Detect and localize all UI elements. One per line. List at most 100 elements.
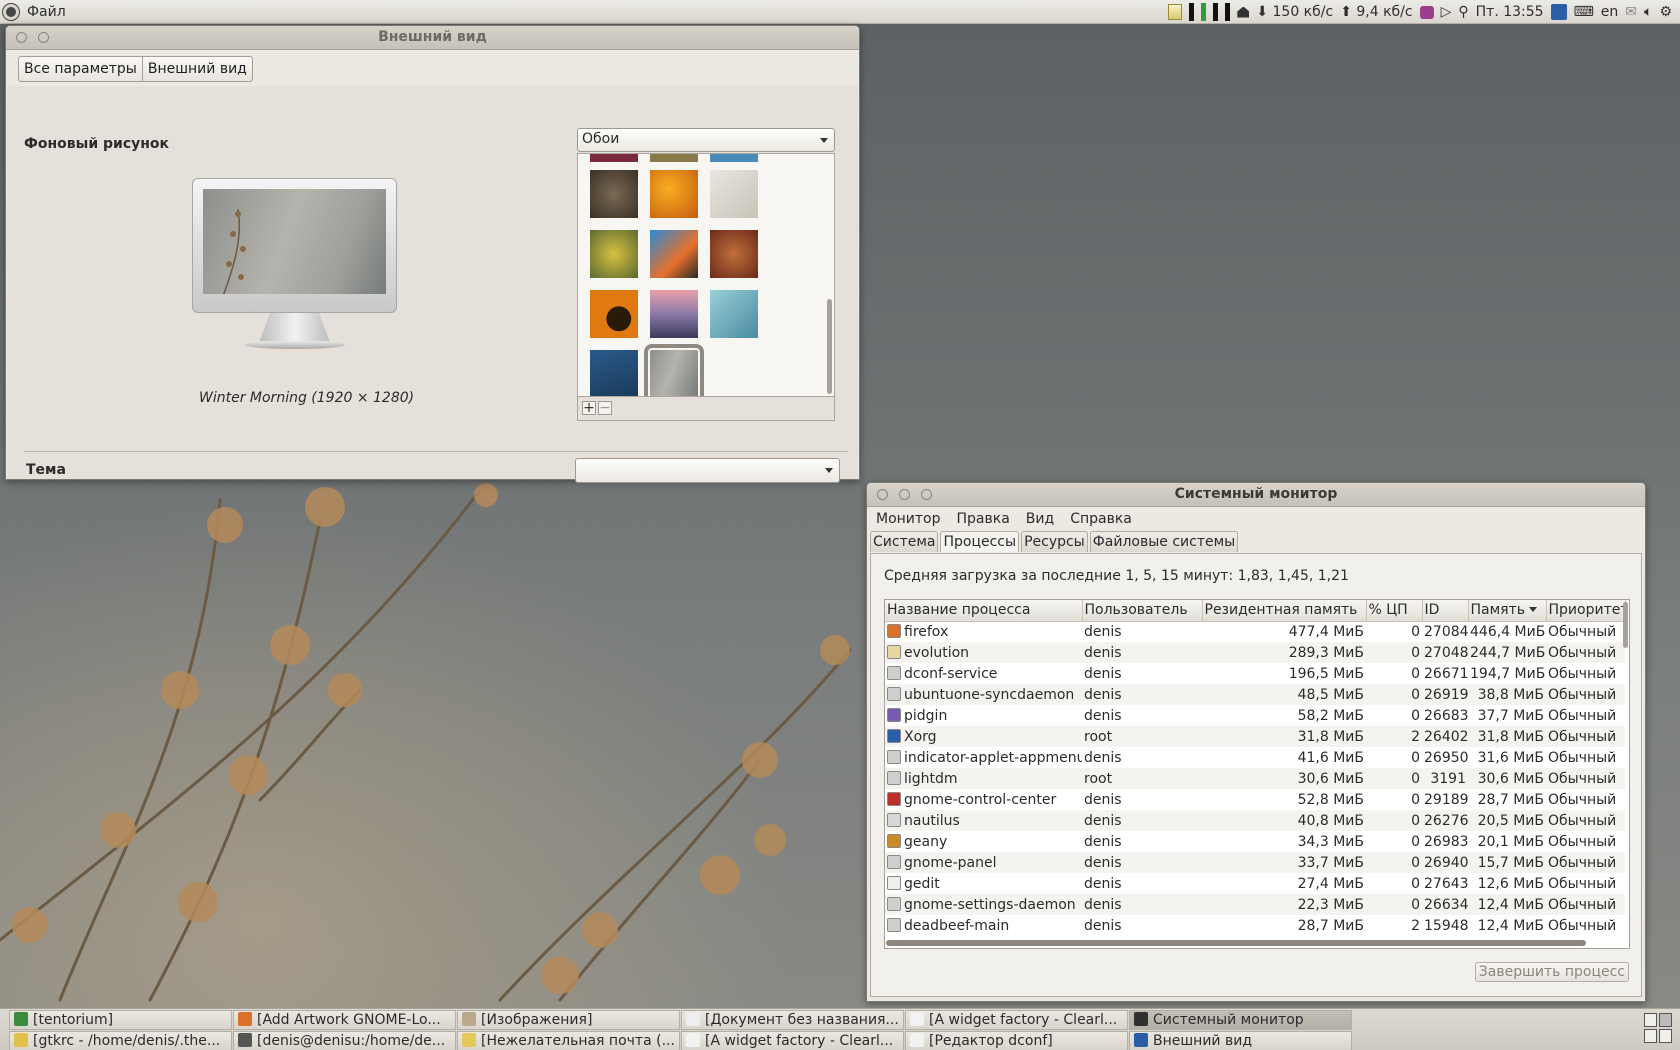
wallpaper-thumbnail[interactable] (590, 170, 638, 218)
table-row[interactable]: lightdm root 30,6 МиБ 0 3191 30,6 МиБ Обычный (885, 768, 1625, 789)
app-menu-file[interactable]: Файл (27, 4, 66, 20)
wallpaper-thumbnail[interactable] (650, 170, 698, 218)
mail-icon[interactable]: ✉ (1625, 4, 1637, 20)
home-icon[interactable] (1237, 6, 1250, 18)
table-row[interactable]: gnome-control-center denis 52,8 МиБ 0 29189 2… (885, 789, 1625, 810)
menu-help[interactable]: Справка (1062, 509, 1140, 531)
menu-edit[interactable]: Правка (949, 509, 1018, 531)
net-monitor-icon[interactable] (1213, 3, 1219, 21)
process-resident-memory: 41,6 МиБ (1297, 749, 1364, 766)
column-memory[interactable]: Память (1468, 600, 1547, 622)
taskbar-button[interactable]: Системный монитор (1129, 1010, 1352, 1030)
process-cpu: 2 (1411, 917, 1420, 934)
folder-icon (462, 1012, 476, 1026)
taskbar-button[interactable]: [Add Artwork GNOME-Lo... (233, 1010, 456, 1030)
end-process-button[interactable]: Завершить процесс (1474, 962, 1629, 982)
taskbar-button[interactable]: [Документ без названия... (681, 1010, 904, 1030)
table-row[interactable]: gnome-panel denis 33,7 МиБ 0 26940 15,7 МиБ Об… (885, 852, 1625, 873)
table-row[interactable]: pidgin denis 58,2 МиБ 0 26683 37,7 МиБ Обычный (885, 705, 1625, 726)
clock[interactable]: Пт. 13:55 (1476, 4, 1544, 20)
appearance-titlebar[interactable]: Внешний вид (6, 26, 859, 50)
table-row[interactable]: nautilus denis 40,8 МиБ 0 26276 20,5 МиБ Обычн… (885, 810, 1625, 831)
tab-processes[interactable]: Процессы (940, 531, 1020, 552)
appearance-crumb-button[interactable]: Внешний вид (141, 57, 252, 81)
ubuntu-logo-icon[interactable] (3, 3, 19, 20)
horizontal-scrollbar[interactable] (886, 940, 1586, 946)
workspace-switcher[interactable] (1644, 1013, 1674, 1047)
taskbar-button[interactable]: [tentorium] (9, 1010, 232, 1030)
column-user[interactable]: Пользователь (1082, 600, 1203, 622)
process-resident-memory: 31,8 МиБ (1202, 726, 1366, 747)
keyboard-icon[interactable]: ⌨ (1574, 4, 1594, 20)
tab-resources[interactable]: Ресурсы (1021, 531, 1088, 552)
top-panel: Файл ⬇ 150 кб/с ⬆ 9,4 кб/с ▷ ⚲ Пт. 13:55… (0, 0, 1680, 24)
taskbar-button[interactable]: [denis@denisu:/home/de... (233, 1031, 456, 1050)
wallpaper-thumbnail[interactable] (590, 230, 638, 278)
wallpaper-thumbnail[interactable] (590, 290, 638, 338)
column-cpu[interactable]: % ЦП (1366, 600, 1423, 622)
wallpaper-thumbnail[interactable] (590, 350, 638, 396)
column-priority[interactable]: Приоритет (1546, 600, 1626, 622)
process-memory: 31,8 МиБ (1468, 726, 1546, 747)
wallpaper-thumbnail[interactable] (710, 290, 758, 338)
wallpaper-thumbnail[interactable] (710, 170, 758, 218)
taskbar-button[interactable]: Внешний вид (1129, 1031, 1352, 1050)
disk-monitor-icon[interactable] (1225, 3, 1231, 21)
wallpaper-thumbnail[interactable] (650, 154, 698, 162)
firefox-icon (238, 1012, 252, 1026)
taskbar-button[interactable]: [A widget factory - Clearl... (681, 1031, 904, 1050)
pin-icon[interactable]: ⚲ (1458, 4, 1468, 20)
wallpaper-thumbnail[interactable] (590, 154, 638, 162)
taskbar-button[interactable]: [Изображения] (457, 1010, 680, 1030)
menu-monitor[interactable]: Монитор (868, 509, 949, 531)
tab-file-systems[interactable]: Файловые системы (1089, 531, 1239, 552)
table-row[interactable]: evolution denis 289,3 МиБ 0 27048 244,7 МиБ Об… (885, 642, 1625, 663)
table-row[interactable]: deadbeef-main denis 28,7 МиБ 2 15948 12,4 МиБ… (885, 915, 1625, 936)
column-resident-memory[interactable]: Резидентная память (1202, 600, 1367, 622)
memory-monitor-icon[interactable] (1201, 3, 1207, 21)
chevron-down-icon (820, 138, 828, 143)
wallpaper-thumbnail[interactable] (710, 230, 758, 278)
all-settings-button[interactable]: Все параметры (19, 57, 142, 81)
sort-descending-icon (1529, 607, 1537, 613)
wallpaper-thumbnail[interactable] (710, 154, 758, 162)
column-process-name[interactable]: Название процесса (885, 600, 1083, 622)
remove-wallpaper-button[interactable]: − (598, 401, 612, 415)
wifi-icon[interactable] (1550, 4, 1567, 20)
theme-dropdown[interactable] (575, 458, 840, 483)
column-id[interactable]: ID (1422, 600, 1469, 622)
wallpaper-thumbnail[interactable] (650, 230, 698, 278)
wallpaper-source-dropdown[interactable]: Обои (577, 128, 835, 152)
wallpaper-grid-scrollbar[interactable] (827, 299, 832, 394)
session-gear-icon[interactable]: ⚙ (1659, 4, 1672, 20)
wallpaper-thumbnail-selected[interactable] (644, 344, 704, 396)
taskbar-button[interactable]: [Редактор dconf] (905, 1031, 1128, 1050)
system-monitor-titlebar[interactable]: Системный монитор (867, 483, 1645, 507)
table-row[interactable]: gnome-settings-daemon denis 22,3 МиБ 0 26634… (885, 894, 1625, 915)
messaging-icon[interactable] (1419, 5, 1434, 19)
volume-icon[interactable]: 🔈︎ (1644, 4, 1652, 20)
table-row[interactable]: ubuntuone-syncdaemon denis 48,5 МиБ 0 26919 3… (885, 684, 1625, 705)
table-row[interactable]: indicator-applet-appmenu denis 41,6 МиБ 0 26… (885, 747, 1625, 768)
process-user: denis (1082, 852, 1202, 873)
table-row[interactable]: geany denis 34,3 МиБ 0 26983 20,1 МиБ Обычный (885, 831, 1625, 852)
table-row[interactable]: gedit denis 27,4 МиБ 0 27643 12,6 МиБ Обычный (885, 873, 1625, 894)
add-wallpaper-button[interactable]: + (582, 401, 596, 415)
taskbar-button[interactable]: [A widget factory - Clearl... (905, 1010, 1128, 1030)
table-row[interactable]: dconf-service denis 196,5 МиБ 0 26671 194,7 М… (885, 663, 1625, 684)
table-row[interactable]: Xorg root 31,8 МиБ 2 26402 31,8 МиБ Обычный (885, 726, 1625, 747)
process-cpu: 0 (1411, 665, 1420, 682)
play-icon[interactable]: ▷ (1441, 4, 1452, 20)
wallpaper-thumbnail[interactable] (650, 290, 698, 338)
notes-icon[interactable] (1168, 4, 1183, 20)
cpu-monitor-icon[interactable] (1189, 3, 1195, 21)
vertical-scrollbar[interactable] (1623, 602, 1628, 648)
evolution-icon (462, 1033, 476, 1047)
table-row[interactable]: firefox denis 477,4 МиБ 0 27084 446,4 МиБ Обыч… (885, 621, 1625, 642)
process-name: dconf-service (885, 663, 1082, 684)
taskbar-button[interactable]: [Нежелательная почта (... (457, 1031, 680, 1050)
tab-system[interactable]: Система (870, 531, 939, 552)
keyboard-layout[interactable]: en (1601, 4, 1619, 20)
menu-view[interactable]: Вид (1018, 509, 1062, 531)
taskbar-button[interactable]: [gtkrc - /home/denis/.the... (9, 1031, 232, 1050)
